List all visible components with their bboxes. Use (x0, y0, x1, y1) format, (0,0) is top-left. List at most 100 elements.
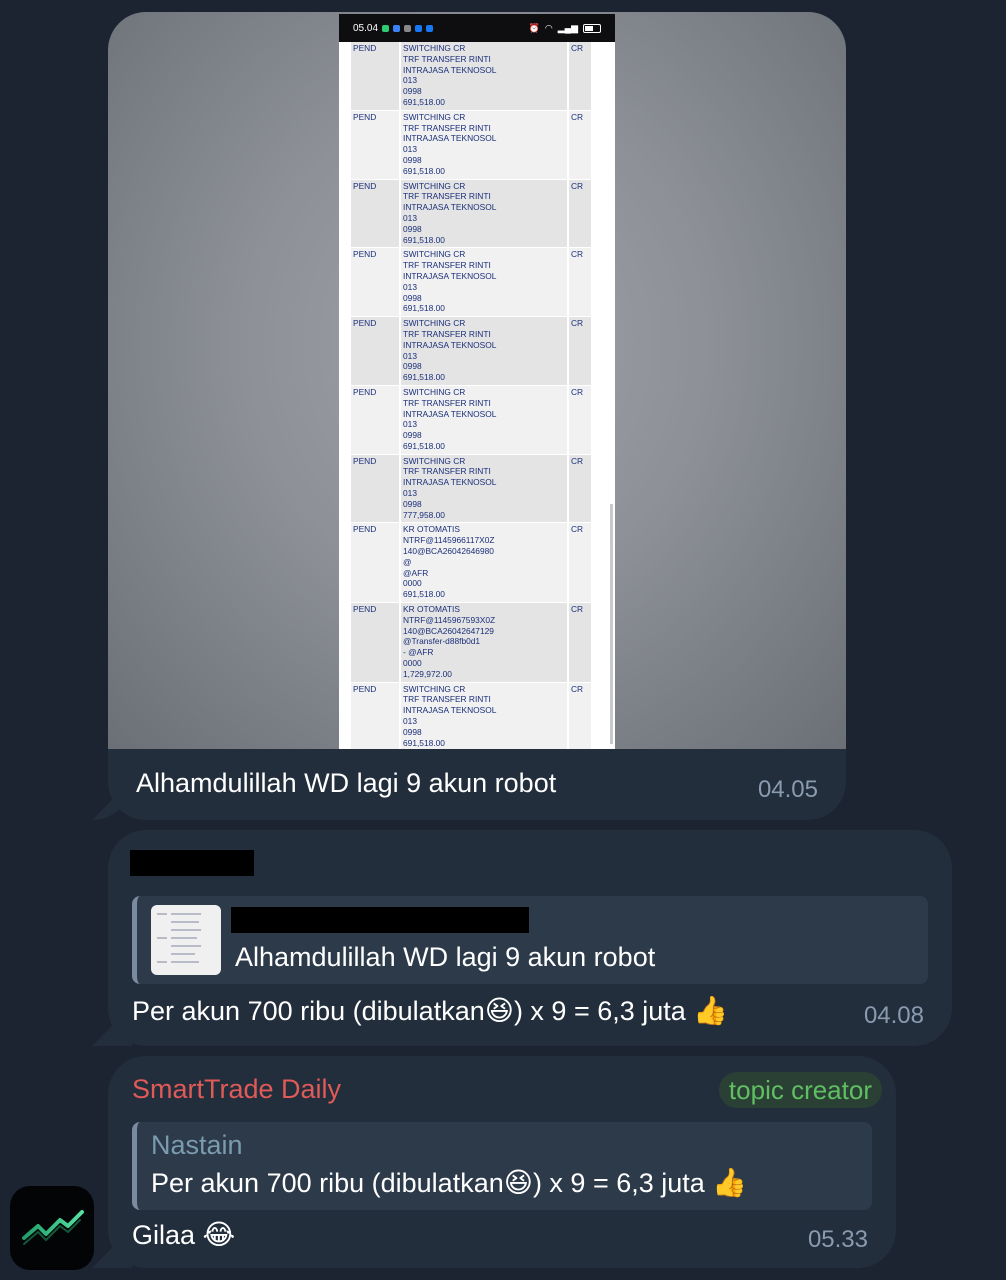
transaction-line: 013 (403, 281, 417, 292)
transaction-line: 0998 (403, 86, 422, 97)
quoted-message[interactable]: Nastain Per akun 700 ribu (dibulatkan😆) … (132, 1122, 872, 1210)
status-time: 05.04 (353, 22, 379, 34)
transaction-type: CR (569, 110, 591, 179)
sender-name[interactable]: SmartTrade Daily (132, 1074, 341, 1105)
row-spacer (591, 603, 603, 682)
transaction-line: 013 (403, 419, 417, 430)
transaction-line: 691,518.00 (403, 372, 445, 383)
transaction-line: TRF TRANSFER RINTI (403, 191, 491, 202)
transaction-description: KR OTOMATIS NTRF@1145966117X0Z 140@BCA2604… (399, 523, 569, 603)
reply-message-bubble[interactable]: SmartTrade Daily topic creator Nastain P… (108, 1056, 896, 1268)
transaction-description: SWITCHING CR TRF TRANSFER RINTI INTRAJASA … (399, 179, 569, 248)
row-spacer (591, 110, 603, 179)
transaction-line: 140@BCA26042646980 (403, 546, 494, 557)
message-text-part: Gilaa (132, 1220, 196, 1250)
transaction-row: PEND SWITCHING CR TRF TRANSFER RINTI INTRAJ… (351, 317, 605, 386)
transaction-line: NTRF@1145966117X0Z (403, 535, 495, 546)
transaction-status: PEND (351, 248, 399, 317)
topic-creator-badge: topic creator (718, 1072, 882, 1108)
transaction-line: @Transfer-d88fb0d1 (403, 636, 481, 647)
quoted-text-part: ) x 9 = 6,3 juta (532, 1168, 705, 1198)
row-spacer (591, 682, 603, 749)
transaction-line: SWITCHING CR (403, 43, 466, 53)
app-notification-icon (382, 24, 390, 32)
transaction-line: @AFR (403, 567, 429, 578)
transaction-line: TRF TRANSFER RINTI (403, 694, 491, 705)
transaction-status: PEND (351, 603, 399, 682)
transaction-line: SWITCHING CR (403, 683, 466, 694)
transaction-line: SWITCHING CR (403, 180, 466, 191)
transaction-line: 0998 (403, 726, 422, 737)
transaction-list: PEND SWITCHING CR TRF TRANSFER RINTI INTRAJ… (339, 42, 615, 749)
message-text: Gilaa 😂 (132, 1218, 235, 1251)
scrollbar (610, 504, 613, 744)
transaction-line: 0998 (403, 498, 422, 509)
transaction-line: INTRAJASA TEKNOSOL (403, 133, 497, 144)
photo-message-bubble[interactable]: 05.04 ⏰ ◠ ▂▄▆ PEND SWITCHING CR TRF TRANSF… (108, 12, 846, 820)
quoted-text: Alhamdulillah WD lagi 9 akun robot (235, 942, 656, 972)
row-spacer (591, 317, 603, 385)
attached-photo[interactable]: 05.04 ⏰ ◠ ▂▄▆ PEND SWITCHING CR TRF TRANSF… (108, 12, 846, 749)
redacted-quoted-sender (231, 907, 529, 933)
transaction-description: SWITCHING CR TRF TRANSFER RINTI INTRAJASA … (399, 682, 569, 749)
laughing-emoji-icon: 😆 (484, 994, 514, 1027)
transaction-line: 777,958.00 (403, 509, 445, 520)
transaction-line: 691,518.00 (403, 589, 445, 600)
transaction-line: INTRAJASA TEKNOSOL (403, 408, 497, 419)
transaction-line: INTRAJASA TEKNOSOL (403, 339, 497, 350)
reply-message-bubble[interactable]: Alhamdulillah WD lagi 9 akun robot Per a… (108, 830, 952, 1046)
row-spacer (591, 42, 603, 110)
transaction-line: @ (403, 556, 412, 567)
transaction-line: INTRAJASA TEKNOSOL (403, 270, 497, 281)
quoted-photo-thumbnail (151, 905, 221, 975)
transaction-status: PEND (351, 42, 399, 110)
transaction-line: SWITCHING CR (403, 249, 466, 260)
transaction-line: 0000 (403, 578, 422, 589)
transaction-status: PEND (351, 317, 399, 385)
transaction-line: NTRF@1145967593X0Z (403, 614, 496, 625)
wifi-icon: ◠ (544, 22, 553, 33)
row-spacer (591, 179, 603, 248)
transaction-type: CR (569, 603, 591, 682)
transaction-row: PEND KR OTOMATIS NTRF@1145967593X0Z 140@BCA… (351, 603, 605, 683)
transaction-line: 0998 (403, 154, 422, 165)
transaction-type: CR (569, 454, 591, 523)
transaction-type: CR (569, 248, 591, 317)
transaction-type: CR (569, 385, 591, 454)
quoted-message[interactable]: Alhamdulillah WD lagi 9 akun robot (132, 896, 928, 984)
transaction-line: SWITCHING CR (403, 386, 466, 397)
transaction-line: SWITCHING CR (403, 455, 466, 466)
laughing-emoji-icon: 😆 (503, 1166, 533, 1199)
message-text: Per akun 700 ribu (dibulatkan😆) x 9 = 6,… (132, 994, 728, 1027)
transaction-description: KR OTOMATIS NTRF@1145967593X0Z 140@BCA2604… (399, 603, 569, 682)
transaction-line: 0000 (403, 658, 422, 669)
transaction-line: SWITCHING CR (403, 318, 466, 329)
transaction-row: PEND SWITCHING CR TRF TRANSFER RINTI INTRAJ… (351, 248, 605, 318)
transaction-description: SWITCHING CR TRF TRANSFER RINTI INTRAJASA … (399, 248, 569, 317)
phone-status-bar: 05.04 ⏰ ◠ ▂▄▆ (339, 14, 615, 42)
transaction-line: 691,518.00 (403, 96, 445, 107)
sender-avatar[interactable] (10, 1186, 94, 1270)
quoted-text-part: Per akun 700 ribu (dibulatkan (151, 1168, 504, 1198)
redacted-sender-name (130, 850, 254, 876)
transaction-line: 013 (403, 212, 417, 223)
facebook-icon (415, 24, 423, 32)
transaction-line: TRF TRANSFER RINTI (403, 466, 491, 477)
photo-caption: Alhamdulillah WD lagi 9 akun robot (136, 768, 557, 798)
transaction-line: TRF TRANSFER RINTI (403, 260, 491, 271)
message-text-part: ) x 9 = 6,3 juta (513, 996, 686, 1026)
transaction-row: PEND SWITCHING CR TRF TRANSFER RINTI INTRAJ… (351, 42, 605, 111)
transaction-row: PEND SWITCHING CR TRF TRANSFER RINTI INTRAJ… (351, 179, 605, 249)
transaction-row: PEND SWITCHING CR TRF TRANSFER RINTI INTRAJ… (351, 682, 605, 749)
transaction-line: 013 (403, 488, 417, 499)
transaction-description: SWITCHING CR TRF TRANSFER RINTI INTRAJASA … (399, 110, 569, 179)
row-spacer (591, 454, 603, 523)
alarm-icon: ⏰ (528, 22, 540, 33)
message-timestamp: 05.33 (807, 1226, 868, 1253)
transaction-status: PEND (351, 385, 399, 454)
bank-mutation-screenshot: 05.04 ⏰ ◠ ▂▄▆ PEND SWITCHING CR TRF TRANSF… (339, 14, 615, 749)
transaction-line: - @AFR (403, 647, 434, 658)
transaction-line: 0998 (403, 292, 422, 303)
row-spacer (591, 248, 603, 317)
transaction-line: 691,518.00 (403, 303, 445, 314)
